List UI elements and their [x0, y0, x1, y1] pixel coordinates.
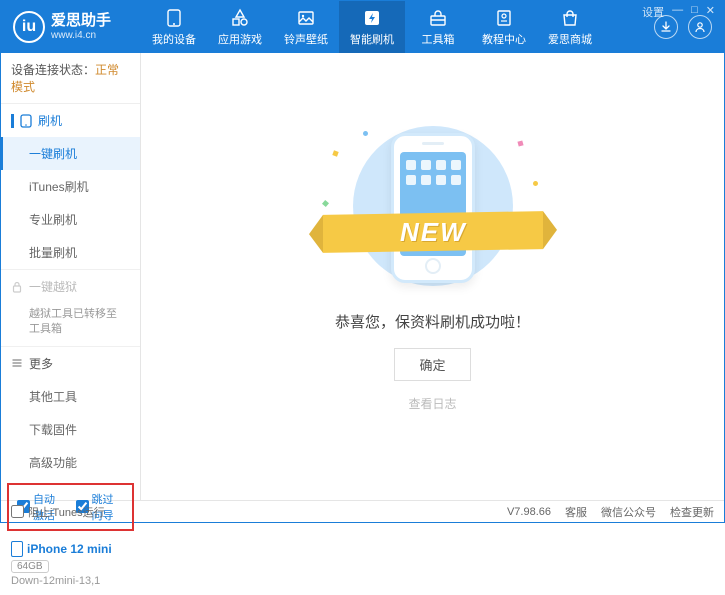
check-update-link[interactable]: 检查更新 [670, 504, 714, 520]
nav-label: 我的设备 [152, 31, 196, 47]
sidebar-item-flash-3[interactable]: 批量刷机 [1, 236, 140, 269]
toolbox-icon [428, 8, 448, 28]
nav-phone[interactable]: 我的设备 [141, 1, 207, 53]
download-icon [660, 21, 672, 33]
logo-icon: iu [13, 11, 45, 43]
sidebar-item-more-0[interactable]: 其他工具 [1, 380, 140, 413]
nav-shop[interactable]: 爱思商城 [537, 1, 603, 53]
device-name: iPhone 12 mini [11, 541, 130, 557]
status-label: 设备连接状态： [11, 63, 95, 77]
phone-icon [20, 114, 32, 128]
footer: 阻止iTunes运行 V7.98.66 客服 微信公众号 检查更新 [1, 500, 724, 522]
view-log-link[interactable]: 查看日志 [408, 395, 456, 412]
customer-service-link[interactable]: 客服 [565, 504, 587, 520]
gallery-icon [296, 8, 316, 28]
maximize-button[interactable]: □ [691, 4, 698, 20]
block-itunes-checkbox[interactable]: 阻止iTunes运行 [11, 504, 105, 520]
nav-label: 智能刷机 [350, 31, 394, 47]
sidebar-section-more[interactable]: 更多 [1, 347, 140, 380]
sidebar-section-flash[interactable]: 刷机 [1, 104, 140, 137]
nav-apps[interactable]: 应用游戏 [207, 1, 273, 53]
nav-label: 应用游戏 [218, 31, 262, 47]
window-controls: 设置 — □ ✕ [642, 4, 715, 20]
nav-gallery[interactable]: 铃声壁纸 [273, 1, 339, 53]
shop-icon [560, 8, 580, 28]
new-ribbon: NEW [323, 211, 543, 253]
nav-book[interactable]: 教程中心 [471, 1, 537, 53]
main-nav: 我的设备 应用游戏 铃声壁纸 智能刷机 工具箱 教程中心 爱思商城 [141, 1, 654, 53]
device-storage: 64GB [11, 560, 49, 573]
sidebar-item-flash-0[interactable]: 一键刷机 [1, 137, 140, 170]
nav-label: 爱思商城 [548, 31, 592, 47]
app-url: www.i4.cn [51, 30, 111, 42]
main-panel: NEW 恭喜您，保资料刷机成功啦！ 确定 查看日志 [141, 53, 724, 500]
nav-label: 工具箱 [422, 31, 455, 47]
sidebar-item-flash-1[interactable]: iTunes刷机 [1, 170, 140, 203]
lock-icon [11, 281, 23, 293]
sidebar-item-more-2[interactable]: 高级功能 [1, 446, 140, 479]
flash-icon [362, 8, 382, 28]
success-message: 恭喜您，保资料刷机成功啦！ [335, 311, 530, 332]
block-itunes-label: 阻止iTunes运行 [28, 504, 105, 520]
sidebar-jailbreak-title: 一键越狱 [29, 278, 77, 295]
nav-toolbox[interactable]: 工具箱 [405, 1, 471, 53]
nav-label: 铃声壁纸 [284, 31, 328, 47]
ok-button[interactable]: 确定 [394, 348, 470, 381]
sidebar-flash-title: 刷机 [38, 112, 62, 129]
settings-link[interactable]: 设置 [642, 4, 664, 20]
app-name: 爱思助手 [51, 12, 111, 30]
connection-status: 设备连接状态：正常模式 [1, 53, 140, 104]
list-icon [11, 357, 23, 369]
nav-label: 教程中心 [482, 31, 526, 47]
close-button[interactable]: ✕ [706, 4, 715, 20]
wechat-link[interactable]: 微信公众号 [601, 504, 656, 520]
app-header: 设置 — □ ✕ iu 爱思助手 www.i4.cn 我的设备 应用游戏 铃声壁纸 智… [1, 1, 724, 53]
device-sub: Down-12mini-13,1 [11, 575, 130, 587]
success-illustration: NEW [303, 121, 563, 291]
sidebar: 设备连接状态：正常模式 刷机 一键刷机iTunes刷机专业刷机批量刷机 一键越狱… [1, 53, 141, 500]
sidebar-more-title: 更多 [29, 355, 53, 372]
app-logo: iu 爱思助手 www.i4.cn [1, 11, 141, 43]
phone-icon [164, 8, 184, 28]
jailbreak-note: 越狱工具已转移至 工具箱 [1, 303, 140, 346]
sidebar-section-jailbreak: 一键越狱 [1, 270, 140, 303]
nav-flash[interactable]: 智能刷机 [339, 1, 405, 53]
minimize-button[interactable]: — [672, 4, 683, 20]
user-icon [694, 21, 706, 33]
apps-icon [230, 8, 250, 28]
version-label: V7.98.66 [507, 506, 551, 518]
book-icon [494, 8, 514, 28]
device-block[interactable]: iPhone 12 mini 64GB Down-12mini-13,1 [1, 535, 140, 595]
sidebar-item-more-1[interactable]: 下载固件 [1, 413, 140, 446]
sidebar-item-flash-2[interactable]: 专业刷机 [1, 203, 140, 236]
